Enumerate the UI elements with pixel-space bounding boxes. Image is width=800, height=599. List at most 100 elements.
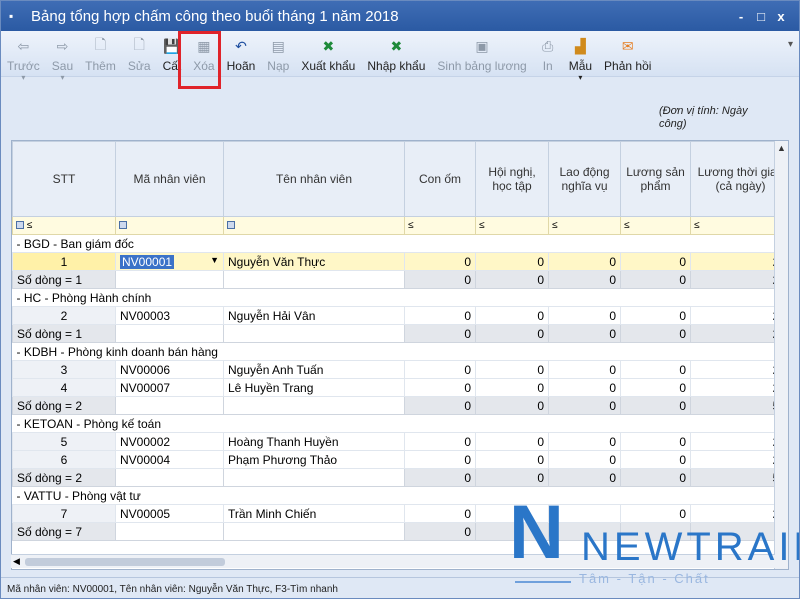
- toolbar-button-6[interactable]: ↶ Hoãn: [221, 37, 262, 74]
- value-cell[interactable]: 0: [475, 252, 549, 271]
- value-cell[interactable]: 0: [475, 432, 549, 451]
- filter-cell-0[interactable]: ≤: [12, 216, 116, 235]
- filter-clear-icon[interactable]: [16, 221, 24, 230]
- column-header-1[interactable]: Mã nhân viên: [115, 141, 224, 217]
- toolbar-button-10[interactable]: ▣ Sinh bảng lương: [431, 37, 532, 74]
- toolbar-overflow-icon[interactable]: ▾: [788, 39, 793, 50]
- group-header[interactable]: - KETOAN - Phòng kế toán: [12, 414, 788, 433]
- scroll-up-icon[interactable]: ▲: [777, 143, 786, 153]
- column-header-4[interactable]: Hội nghị, học tập: [475, 141, 549, 217]
- value-cell[interactable]: 0: [620, 360, 691, 379]
- value-cell[interactable]: 0: [620, 252, 691, 271]
- employee-name-cell[interactable]: Trần Minh Chiến: [223, 504, 405, 523]
- group-header[interactable]: - KDBH - Phòng kinh doanh bán hàng: [12, 342, 788, 361]
- table-row[interactable]: 5NV00002Hoàng Thanh Huyền000026: [12, 432, 788, 451]
- value-cell[interactable]: [475, 504, 549, 523]
- column-header-3[interactable]: Con ốm: [404, 141, 476, 217]
- value-cell[interactable]: 0: [548, 378, 621, 397]
- employee-code-cell[interactable]: NV00002: [115, 432, 224, 451]
- collapse-icon[interactable]: -: [17, 237, 24, 251]
- value-cell[interactable]: 0: [620, 378, 691, 397]
- toolbar-button-5[interactable]: ▦ Xóa: [187, 37, 220, 74]
- employee-name-cell[interactable]: Nguyễn Văn Thực: [223, 252, 405, 271]
- toolbar-button-0[interactable]: ⇦ Trước ▾: [1, 37, 46, 83]
- horizontal-scrollbar[interactable]: ◀: [11, 554, 775, 568]
- minimize-button[interactable]: -: [731, 9, 751, 24]
- value-cell[interactable]: 0: [548, 306, 621, 325]
- group-row[interactable]: - BGD - Ban giám đốc: [12, 234, 788, 253]
- value-cell[interactable]: 0: [404, 306, 476, 325]
- horizontal-scroll-thumb[interactable]: [25, 558, 225, 566]
- filter-cell-2[interactable]: [223, 216, 405, 235]
- grid-filter-row[interactable]: ≤ ≤ ≤ ≤ ≤ ≤: [12, 216, 788, 235]
- stt-cell[interactable]: 7: [12, 504, 116, 523]
- group-row[interactable]: - VATTU - Phòng vật tư: [12, 486, 788, 505]
- value-cell[interactable]: 0: [475, 306, 549, 325]
- value-cell[interactable]: 0: [620, 306, 691, 325]
- value-cell[interactable]: 0: [475, 378, 549, 397]
- toolbar-button-11[interactable]: ⎙ In: [533, 37, 563, 74]
- collapse-icon[interactable]: -: [17, 489, 24, 503]
- timesheet-grid[interactable]: STT Mã nhân viên Tên nhân viên Con ốm Hội ng…: [11, 140, 789, 570]
- stt-cell[interactable]: 1: [12, 252, 116, 271]
- employee-name-cell[interactable]: Phạm Phương Thảo: [223, 450, 405, 469]
- value-cell[interactable]: 0: [404, 378, 476, 397]
- table-row[interactable]: 1NV00001▼Nguyễn Văn Thực000026: [12, 252, 788, 271]
- employee-code-cell[interactable]: NV00005: [115, 504, 224, 523]
- stt-cell[interactable]: 2: [12, 306, 116, 325]
- group-header[interactable]: - HC - Phòng Hành chính: [12, 288, 788, 307]
- value-cell[interactable]: 0: [548, 432, 621, 451]
- toolbar-button-1[interactable]: ⇨ Sau ▾: [46, 37, 79, 83]
- value-cell[interactable]: [548, 504, 621, 523]
- toolbar-button-3[interactable]: 🗋 Sửa: [122, 36, 157, 73]
- employee-name-cell[interactable]: Nguyễn Anh Tuấn: [223, 360, 405, 379]
- employee-name-cell[interactable]: Nguyễn Hải Vân: [223, 306, 405, 325]
- close-button[interactable]: x: [771, 9, 791, 24]
- toolbar-button-13[interactable]: ✉ Phản hồi: [598, 37, 657, 74]
- toolbar-button-7[interactable]: ▤ Nạp: [261, 37, 295, 74]
- table-row[interactable]: 2NV00003Nguyễn Hải Vân000026: [12, 306, 788, 325]
- scroll-left-icon[interactable]: ◀: [13, 556, 20, 567]
- table-row[interactable]: 7NV00005Trần Minh Chiến0026: [12, 504, 788, 523]
- filter-option-icon[interactable]: [227, 221, 235, 230]
- value-cell[interactable]: 0: [620, 504, 691, 523]
- group-row[interactable]: - HC - Phòng Hành chính: [12, 288, 788, 307]
- employee-name-cell[interactable]: Hoàng Thanh Huyền: [223, 432, 405, 451]
- collapse-icon[interactable]: -: [17, 417, 24, 431]
- maximize-button[interactable]: □: [751, 9, 771, 24]
- value-cell[interactable]: 0: [620, 432, 691, 451]
- toolbar-button-8[interactable]: ✖ Xuất khẩu: [295, 37, 361, 74]
- filter-cell-5[interactable]: ≤: [548, 216, 621, 235]
- vertical-scrollbar[interactable]: ▲: [774, 141, 788, 569]
- toolbar-button-12[interactable]: ▟ Mẫu ▾: [563, 37, 598, 83]
- column-header-6[interactable]: Lương sản phẩm: [620, 141, 691, 217]
- group-header[interactable]: - BGD - Ban giám đốc: [12, 234, 788, 253]
- filter-option-icon[interactable]: [119, 221, 127, 230]
- column-header-0[interactable]: STT: [12, 141, 116, 217]
- column-header-5[interactable]: Lao động nghĩa vụ: [548, 141, 621, 217]
- value-cell[interactable]: 0: [475, 360, 549, 379]
- column-header-2[interactable]: Tên nhân viên: [223, 141, 405, 217]
- toolbar-button-9[interactable]: ✖ Nhập khẩu: [361, 37, 431, 74]
- filter-cell-6[interactable]: ≤: [620, 216, 691, 235]
- employee-code-cell[interactable]: NV00007: [115, 378, 224, 397]
- group-row[interactable]: - KETOAN - Phòng kế toán: [12, 414, 788, 433]
- collapse-icon[interactable]: -: [17, 345, 24, 359]
- table-row[interactable]: 3NV00006Nguyễn Anh Tuấn000026: [12, 360, 788, 379]
- value-cell[interactable]: 0: [548, 450, 621, 469]
- stt-cell[interactable]: 4: [12, 378, 116, 397]
- filter-cell-3[interactable]: ≤: [404, 216, 476, 235]
- value-cell[interactable]: 0: [548, 360, 621, 379]
- stt-cell[interactable]: 6: [12, 450, 116, 469]
- employee-code-cell[interactable]: NV00001 ▼: [115, 252, 224, 271]
- table-row[interactable]: 6NV00004Phạm Phương Thảo000026: [12, 450, 788, 469]
- toolbar-button-2[interactable]: 🗋 Thêm: [79, 36, 122, 73]
- stt-cell[interactable]: 3: [12, 360, 116, 379]
- filter-cell-1[interactable]: [115, 216, 224, 235]
- employee-code-cell[interactable]: NV00004: [115, 450, 224, 469]
- employee-code-cell[interactable]: NV00003: [115, 306, 224, 325]
- value-cell[interactable]: 0: [404, 450, 476, 469]
- value-cell[interactable]: 0: [548, 252, 621, 271]
- group-row[interactable]: - KDBH - Phòng kinh doanh bán hàng: [12, 342, 788, 361]
- value-cell[interactable]: 0: [404, 504, 476, 523]
